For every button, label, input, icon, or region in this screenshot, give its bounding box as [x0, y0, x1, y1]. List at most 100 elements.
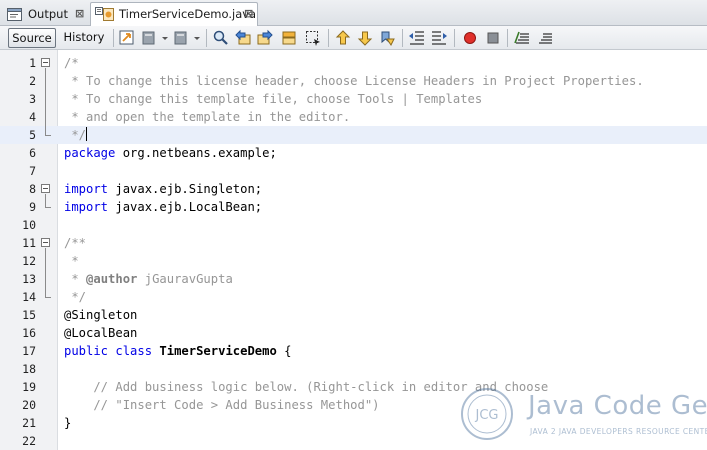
tab-timerservicedemo-java[interactable]: TimerServiceDemo.java ⊠: [90, 2, 258, 26]
jcg-logo: JCG: [458, 385, 516, 443]
code-token: /*: [64, 56, 79, 70]
code-line[interactable]: 3 * To change this template file, choose…: [0, 90, 707, 108]
chevron-down-icon[interactable]: [192, 29, 202, 47]
code-token: * To change this template file, choose T…: [64, 92, 483, 106]
back-icon[interactable]: [140, 29, 158, 47]
code-text: @LocalBean: [64, 324, 137, 342]
code-line[interactable]: 4 * and open the template in the editor.: [0, 108, 707, 126]
tab-file-label: TimerServiceDemo.java: [119, 7, 257, 21]
code-token: * To change this license header, choose …: [64, 74, 644, 88]
previous-bookmark-icon[interactable]: [334, 29, 352, 47]
toggle-highlight-icon[interactable]: [280, 29, 298, 47]
code-token: import: [64, 182, 109, 196]
code-token: @LocalBean: [64, 326, 138, 340]
code-token: TimerServiceDemo: [159, 344, 277, 358]
toolbar-separator: [328, 29, 329, 47]
fold-guide: [45, 194, 46, 207]
line-number: 12: [22, 254, 36, 268]
uncomment-icon[interactable]: [536, 29, 554, 47]
code-line[interactable]: 5 */: [0, 126, 707, 144]
code-token: public: [64, 344, 109, 358]
history-button[interactable]: History: [60, 28, 108, 48]
next-bookmark-icon[interactable]: [356, 29, 374, 47]
tab-output-label: Output: [28, 7, 68, 21]
code-text: * To change this template file, choose T…: [64, 90, 482, 108]
java-file-icon: [95, 7, 115, 27]
toolbar-separator: [402, 29, 403, 47]
line-number: 1: [29, 56, 36, 70]
line-number: 4: [29, 110, 36, 124]
source-button[interactable]: Source: [8, 28, 56, 48]
find-next-icon[interactable]: [256, 29, 274, 47]
code-line[interactable]: 18: [0, 360, 707, 378]
fold-toggle-icon[interactable]: [41, 238, 50, 247]
code-token: * and open the template in the editor.: [64, 110, 351, 124]
line-number: 20: [22, 398, 36, 412]
last-edit-icon[interactable]: [118, 29, 136, 47]
code-line[interactable]: 6 package org.netbeans.example;: [0, 144, 707, 162]
line-number: 22: [22, 434, 36, 448]
comment-icon[interactable]: [513, 29, 531, 47]
toolbar-separator: [113, 29, 114, 47]
line-number: 19: [22, 380, 36, 394]
code-text: package org.netbeans.example;: [64, 144, 277, 162]
code-line[interactable]: 1 /*: [0, 54, 707, 72]
code-text: public class TimerServiceDemo {: [64, 342, 292, 360]
code-text: /**: [64, 234, 86, 252]
code-line[interactable]: 17 public class TimerServiceDemo {: [0, 342, 707, 360]
stop-macro-recording-icon[interactable]: [484, 29, 502, 47]
code-text: }: [64, 414, 71, 432]
fold-guide: [45, 248, 46, 297]
tab-output[interactable]: Output ⊠: [3, 3, 89, 26]
code-token: javax.ejb.LocalBean;: [108, 200, 263, 214]
code-text: import javax.ejb.Singleton;: [64, 180, 262, 198]
find-selection-icon[interactable]: [212, 29, 230, 47]
code-token: org.netbeans.example;: [115, 146, 277, 160]
code-line[interactable]: 12 *: [0, 252, 707, 270]
close-icon[interactable]: ⊠: [244, 4, 253, 24]
shift-right-icon[interactable]: [430, 29, 448, 47]
code-token: */: [64, 128, 87, 142]
code-text: /*: [64, 54, 79, 72]
code-token: *: [64, 272, 87, 286]
code-line[interactable]: 15 @Singleton: [0, 306, 707, 324]
toggle-bookmark-icon[interactable]: [378, 29, 396, 47]
find-previous-icon[interactable]: [234, 29, 252, 47]
watermark: JCG Java Code Geeks JAVA 2 JAVA DEVELOPE…: [458, 385, 707, 447]
chevron-down-icon[interactable]: [160, 29, 170, 47]
toolbar-separator: [206, 29, 207, 47]
code-token: class: [115, 344, 153, 358]
code-token: javax.ejb.Singleton;: [108, 182, 263, 196]
code-text: */: [64, 288, 86, 306]
line-number: 10: [22, 218, 36, 232]
code-token: {: [276, 344, 292, 358]
code-line[interactable]: 14 */: [0, 288, 707, 306]
text-caret: [86, 127, 88, 141]
fold-toggle-icon[interactable]: [41, 184, 50, 193]
start-macro-recording-icon[interactable]: [461, 29, 479, 47]
code-line[interactable]: 8 import javax.ejb.Singleton;: [0, 180, 707, 198]
code-line[interactable]: 10: [0, 216, 707, 234]
editor-tab-bar: Output ⊠ TimerServiceDemo.java ⊠: [0, 0, 707, 26]
code-line[interactable]: 13 * @author jGauravGupta: [0, 270, 707, 288]
code-line[interactable]: 9 import javax.ejb.LocalBean;: [0, 198, 707, 216]
code-text: *: [64, 252, 78, 270]
select-rectangle-icon[interactable]: [304, 29, 322, 47]
code-line[interactable]: 2 * To change this license header, choos…: [0, 72, 707, 90]
shift-left-icon[interactable]: [408, 29, 426, 47]
line-number: 7: [29, 164, 36, 178]
line-number: 18: [22, 362, 36, 376]
code-token: @Singleton: [64, 308, 138, 322]
forward-icon[interactable]: [172, 29, 190, 47]
code-token: jGauravGupta: [137, 272, 233, 286]
watermark-tagline: JAVA 2 JAVA DEVELOPERS RESOURCE CENTER: [530, 427, 707, 436]
line-number: 2: [29, 74, 36, 88]
code-line[interactable]: 11 /**: [0, 234, 707, 252]
code-text: import javax.ejb.LocalBean;: [64, 198, 262, 216]
fold-toggle-icon[interactable]: [41, 58, 50, 67]
output-window-icon: [7, 7, 22, 27]
close-icon[interactable]: ⊠: [75, 4, 84, 24]
code-line[interactable]: 16 @LocalBean: [0, 324, 707, 342]
line-number: 9: [29, 200, 36, 214]
code-line[interactable]: 7: [0, 162, 707, 180]
